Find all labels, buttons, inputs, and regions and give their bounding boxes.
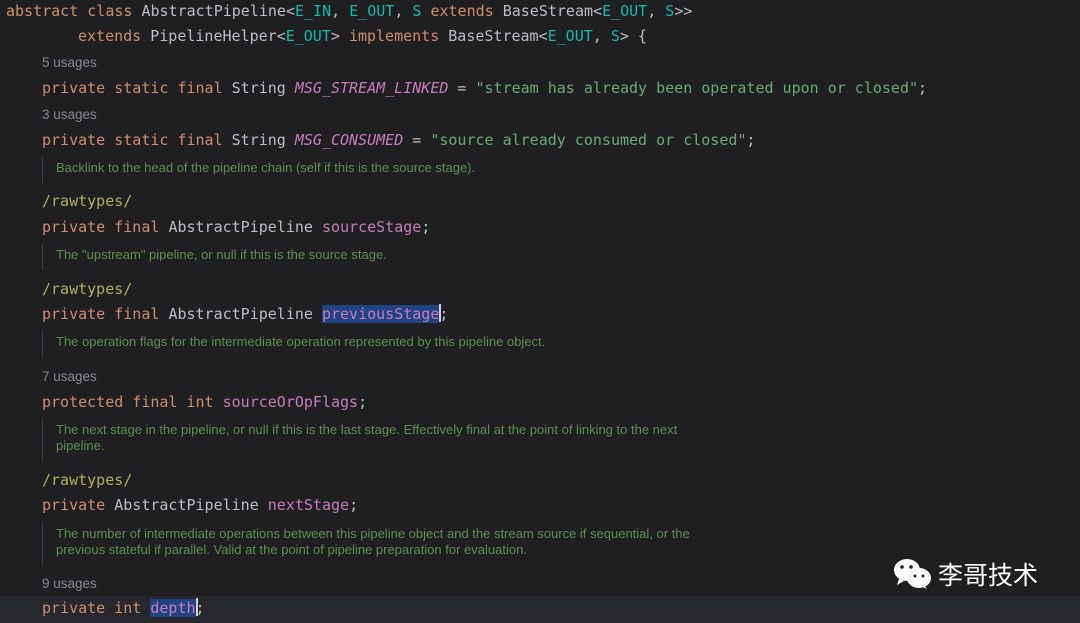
- class-declaration-line[interactable]: abstract class AbstractPipeline<E_IN, E_…: [6, 1, 1080, 21]
- field-source-or-op-flags[interactable]: protected final int sourceOrOpFlags;: [42, 392, 1080, 412]
- javadoc-comment: The next stage in the pipeline, or null …: [42, 419, 696, 461]
- selected-identifier[interactable]: previousStage: [321, 305, 440, 323]
- javadoc-comment: The operation flags for the intermediate…: [42, 331, 696, 357]
- javadoc-comment: The number of intermediate operations be…: [42, 523, 696, 565]
- field-msg-stream-linked[interactable]: private static final String MSG_STREAM_L…: [42, 78, 1080, 98]
- watermark: 李哥技术: [892, 556, 1038, 592]
- rawtypes-annotation: /rawtypes/: [42, 192, 133, 210]
- javadoc-comment: The "upstream" pipeline, or null if this…: [42, 244, 696, 270]
- selected-identifier[interactable]: depth: [150, 599, 196, 617]
- usages-hint[interactable]: 7 usages: [42, 369, 97, 384]
- javadoc-comment: Backlink to the head of the pipeline cha…: [42, 157, 696, 183]
- field-msg-consumed[interactable]: private static final String MSG_CONSUMED…: [42, 130, 1080, 150]
- watermark-text: 李哥技术: [938, 561, 1039, 590]
- rawtypes-annotation: /rawtypes/: [42, 280, 133, 298]
- field-previous-stage[interactable]: private final AbstractPipeline previousS…: [42, 304, 1080, 324]
- extends-line[interactable]: extends PipelineHelper<E_OUT> implements…: [78, 26, 1080, 46]
- wechat-icon: [894, 559, 931, 589]
- field-source-stage[interactable]: private final AbstractPipeline sourceSta…: [42, 217, 1080, 237]
- field-next-stage[interactable]: private AbstractPipeline nextStage;: [42, 495, 1080, 515]
- rawtypes-annotation: /rawtypes/: [42, 471, 133, 489]
- usages-hint[interactable]: 5 usages: [42, 55, 97, 70]
- usages-hint[interactable]: 9 usages: [42, 576, 97, 591]
- usages-hint[interactable]: 3 usages: [42, 107, 97, 122]
- field-depth[interactable]: private int depth;: [42, 598, 1080, 618]
